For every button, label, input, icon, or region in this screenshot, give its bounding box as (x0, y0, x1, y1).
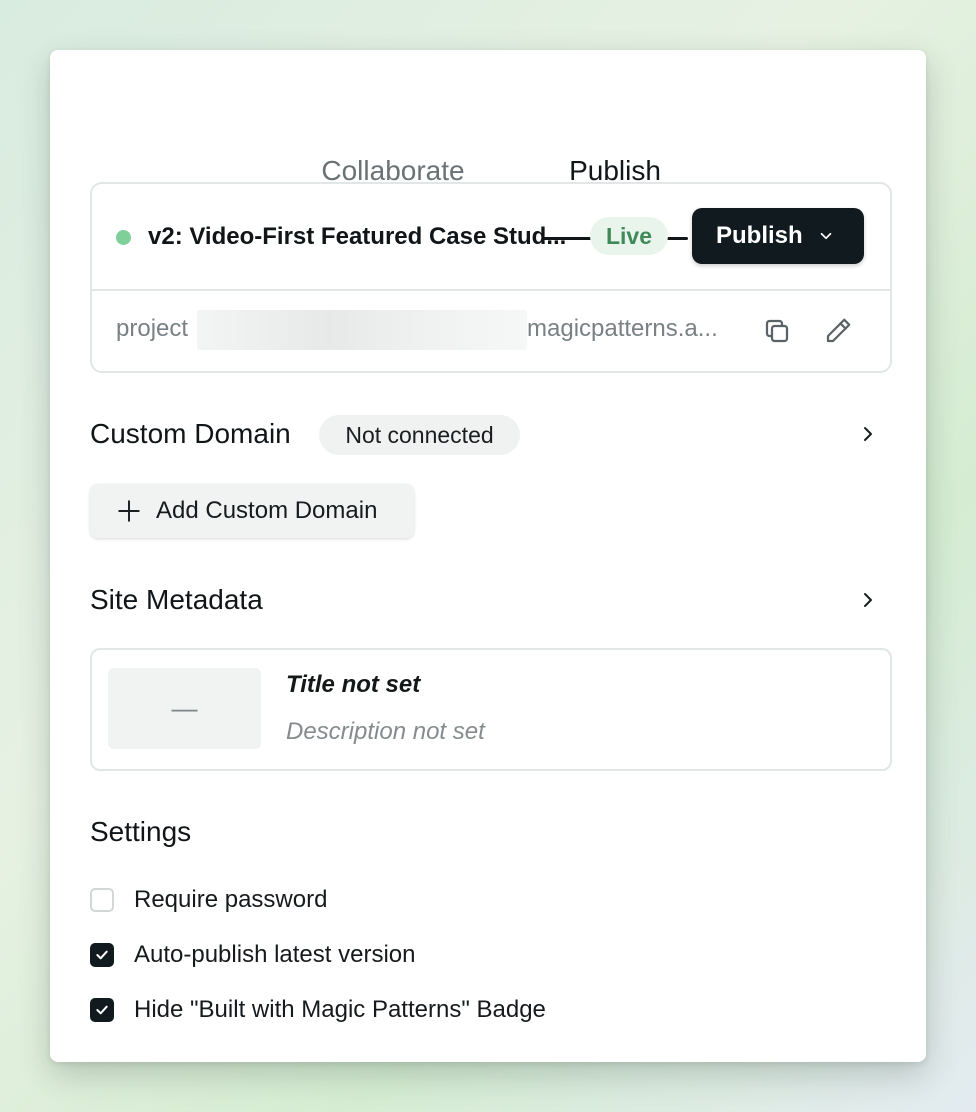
metadata-thumbnail: — (108, 668, 261, 749)
version-card: v2: Video-First Featured Case Stud... Li… (90, 182, 892, 373)
copy-icon[interactable] (762, 316, 792, 346)
status-dot-icon (116, 230, 131, 245)
hide-badge-checkbox[interactable] (90, 998, 114, 1022)
plus-icon (118, 500, 140, 522)
setting-label: Hide "Built with Magic Patterns" Badge (134, 996, 546, 1023)
checkmark-icon (96, 950, 108, 960)
settings-heading: Settings (90, 816, 192, 847)
version-title: v2: Video-First Featured Case Stud... (148, 223, 567, 250)
site-metadata-heading: Site Metadata (90, 584, 263, 615)
require-password-checkbox[interactable] (90, 888, 114, 912)
setting-label: Require password (134, 886, 328, 913)
publish-button[interactable]: Publish (692, 208, 864, 264)
version-header: v2: Video-First Featured Case Stud... Li… (92, 184, 890, 291)
checkmark-icon (96, 1005, 108, 1015)
chevron-down-icon (820, 232, 832, 240)
auto-publish-checkbox[interactable] (90, 943, 114, 967)
metadata-preview-card[interactable]: — Title not set Description not set (90, 648, 892, 771)
metadata-description: Description not set (286, 718, 485, 745)
url-prefix: project (116, 315, 189, 342)
chevron-right-icon[interactable] (856, 588, 880, 612)
setting-label: Auto-publish latest version (134, 941, 416, 968)
live-status-badge: Live (590, 217, 668, 255)
add-custom-domain-button[interactable]: Add Custom Domain (90, 484, 414, 538)
custom-domain-heading: Custom Domain (90, 418, 291, 449)
domain-status-badge: Not connected (319, 415, 520, 455)
url-suffix: magicpatterns.a... (527, 315, 718, 342)
chevron-right-icon[interactable] (856, 422, 880, 446)
add-custom-domain-label: Add Custom Domain (156, 497, 378, 524)
publish-panel: Collaborate Publish v2: Video-First Feat… (50, 50, 926, 1062)
url-redacted (197, 310, 527, 350)
pencil-icon[interactable] (823, 316, 853, 346)
publish-button-label: Publish (716, 222, 803, 249)
metadata-title: Title not set (286, 671, 421, 698)
